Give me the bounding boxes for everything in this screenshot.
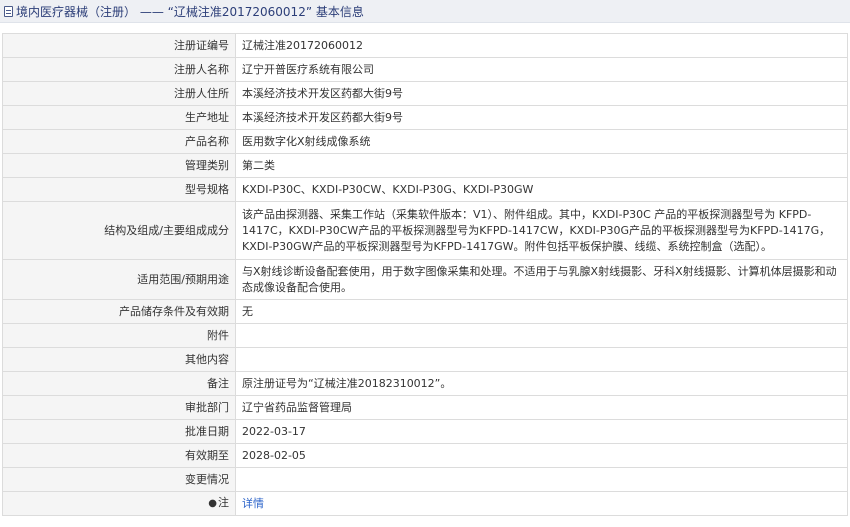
table-row: 审批部门 辽宁省药品监督管理局 — [2, 395, 848, 420]
table-row: 其他内容 — [2, 347, 848, 372]
row-value: 与X射线诊断设备配套使用，用于数字图像采集和处理。不适用于与乳腺X射线摄影、牙科… — [235, 259, 848, 300]
table-row: 生产地址 本溪经济技术开发区药都大街9号 — [2, 105, 848, 130]
info-table: 注册证编号 辽械注准20172060012 注册人名称 辽宁开普医疗系统有限公司… — [2, 33, 848, 516]
row-label: 有效期至 — [2, 443, 236, 468]
document-icon — [4, 5, 13, 17]
row-label: 批准日期 — [2, 419, 236, 444]
row-label: 结构及组成/主要组成成分 — [2, 201, 236, 260]
row-value: 2028-02-05 — [235, 443, 848, 468]
row-label: 备注 — [2, 371, 236, 396]
row-value: 本溪经济技术开发区药都大街9号 — [235, 81, 848, 106]
table-row: 管理类别 第二类 — [2, 153, 848, 178]
row-value: 辽宁省药品监督管理局 — [235, 395, 848, 420]
note-value-cell: 详情 — [235, 491, 848, 516]
row-label: 审批部门 — [2, 395, 236, 420]
detail-link[interactable]: 详情 — [242, 497, 264, 510]
info-container: 注册证编号 辽械注准20172060012 注册人名称 辽宁开普医疗系统有限公司… — [0, 23, 850, 516]
row-label: 产品储存条件及有效期 — [2, 299, 236, 324]
row-value: 辽械注准20172060012 — [235, 33, 848, 58]
table-row: 附件 — [2, 323, 848, 348]
row-value: KXDI-P30C、KXDI-P30CW、KXDI-P30G、KXDI-P30G… — [235, 177, 848, 202]
table-row: 注册证编号 辽械注准20172060012 — [2, 33, 848, 58]
row-label: 型号规格 — [2, 177, 236, 202]
row-label: 注册证编号 — [2, 33, 236, 58]
row-label: 管理类别 — [2, 153, 236, 178]
table-row: 产品储存条件及有效期 无 — [2, 299, 848, 324]
table-row: 备注 原注册证号为“辽械注准20182310012”。 — [2, 371, 848, 396]
table-row: 结构及组成/主要组成成分 该产品由探测器、采集工作站（采集软件版本：V1）、附件… — [2, 201, 848, 260]
page-title: 境内医疗器械（注册） —— “辽械注准20172060012” 基本信息 — [16, 4, 364, 19]
row-label: 生产地址 — [2, 105, 236, 130]
row-value: 原注册证号为“辽械注准20182310012”。 — [235, 371, 848, 396]
table-row: 有效期至 2028-02-05 — [2, 443, 848, 468]
row-value: 无 — [235, 299, 848, 324]
row-label: 附件 — [2, 323, 236, 348]
page-title-bar: 境内医疗器械（注册） —— “辽械注准20172060012” 基本信息 — [0, 0, 850, 23]
row-label: 产品名称 — [2, 129, 236, 154]
row-label: 其他内容 — [2, 347, 236, 372]
table-row: 型号规格 KXDI-P30C、KXDI-P30CW、KXDI-P30G、KXDI… — [2, 177, 848, 202]
table-row: 变更情况 — [2, 467, 848, 492]
row-value — [235, 467, 848, 492]
row-label: 适用范围/预期用途 — [2, 259, 236, 300]
row-value: 辽宁开普医疗系统有限公司 — [235, 57, 848, 82]
table-row: 注册人住所 本溪经济技术开发区药都大街9号 — [2, 81, 848, 106]
row-label: 注册人住所 — [2, 81, 236, 106]
row-value — [235, 323, 848, 348]
row-value: 医用数字化X射线成像系统 — [235, 129, 848, 154]
table-row: 批准日期 2022-03-17 — [2, 419, 848, 444]
row-label: 变更情况 — [2, 467, 236, 492]
row-value: 2022-03-17 — [235, 419, 848, 444]
note-label-cell: ●注 — [2, 491, 236, 516]
pin-icon: ● — [208, 498, 217, 509]
note-row: ●注 详情 — [2, 491, 848, 516]
table-row: 注册人名称 辽宁开普医疗系统有限公司 — [2, 57, 848, 82]
note-label: 注 — [218, 496, 229, 509]
table-row: 适用范围/预期用途 与X射线诊断设备配套使用，用于数字图像采集和处理。不适用于与… — [2, 259, 848, 300]
row-value: 本溪经济技术开发区药都大街9号 — [235, 105, 848, 130]
row-value — [235, 347, 848, 372]
row-label: 注册人名称 — [2, 57, 236, 82]
row-value: 第二类 — [235, 153, 848, 178]
row-value: 该产品由探测器、采集工作站（采集软件版本：V1）、附件组成。其中，KXDI-P3… — [235, 201, 848, 260]
table-row: 产品名称 医用数字化X射线成像系统 — [2, 129, 848, 154]
